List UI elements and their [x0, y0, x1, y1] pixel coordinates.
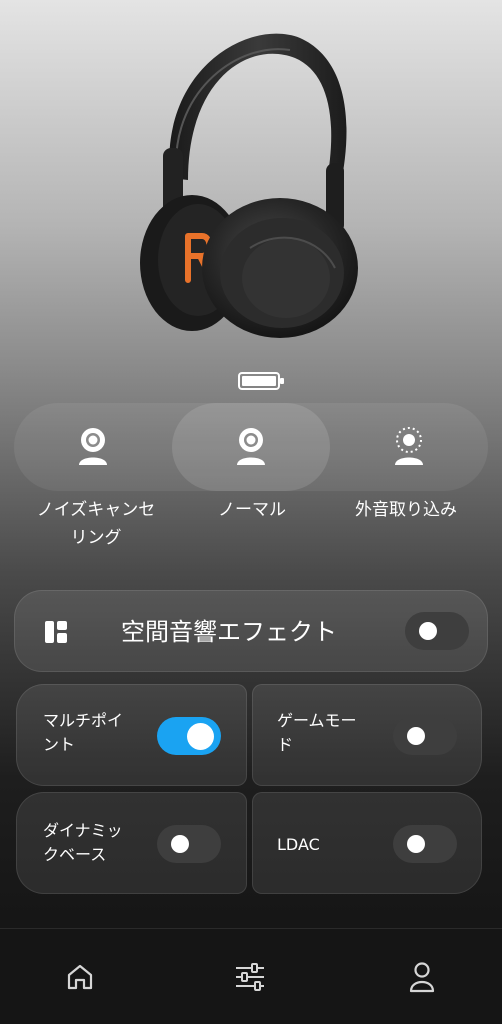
- headphones-image: [140, 33, 358, 338]
- multipoint-card: マルチポイ ント: [16, 684, 247, 786]
- dynamic-bass-toggle[interactable]: [157, 825, 221, 863]
- ambient-sound-icon: [395, 427, 423, 465]
- ldac-toggle[interactable]: [393, 825, 457, 863]
- battery-icon: [238, 372, 284, 390]
- anc-mode-label: 外音取り込み: [355, 500, 457, 520]
- spatial-audio-icon: [45, 621, 67, 643]
- nav-home[interactable]: [64, 961, 96, 993]
- multipoint-label: マルチポイ ント: [43, 711, 124, 754]
- anc-mode-ambient[interactable]: [330, 403, 488, 491]
- normal-mode-icon: [237, 428, 265, 465]
- game-mode-label: ゲームモー ド: [277, 711, 357, 754]
- nav-profile[interactable]: [406, 961, 438, 993]
- equalizer-icon: [236, 963, 264, 991]
- game-mode-toggle[interactable]: [393, 717, 457, 755]
- bottom-nav: [0, 928, 502, 1024]
- ldac-label: LDAC: [277, 835, 320, 854]
- multipoint-toggle[interactable]: [157, 717, 221, 755]
- anc-mode-normal[interactable]: [172, 403, 330, 491]
- spatial-audio-card[interactable]: 空間音響エフェクト: [14, 590, 488, 672]
- anc-mode-noise-cancel[interactable]: [14, 403, 172, 491]
- anc-mode-label: ノーマル: [218, 500, 286, 520]
- spatial-audio-label: 空間音響エフェクト: [121, 618, 337, 646]
- spatial-audio-toggle[interactable]: [405, 612, 469, 650]
- profile-icon: [409, 962, 435, 993]
- nav-equalizer[interactable]: [234, 961, 266, 993]
- dynamic-bass-label: ダイナミッ クベース: [43, 821, 123, 864]
- dynamic-bass-card: ダイナミッ クベース: [16, 792, 247, 894]
- home-icon: [67, 964, 93, 990]
- anc-mode-label: ノイズキャンセ リング: [36, 500, 156, 548]
- noise-cancel-icon: [79, 428, 107, 465]
- game-mode-card: ゲームモー ド: [252, 684, 482, 786]
- ldac-card: LDAC: [252, 792, 482, 894]
